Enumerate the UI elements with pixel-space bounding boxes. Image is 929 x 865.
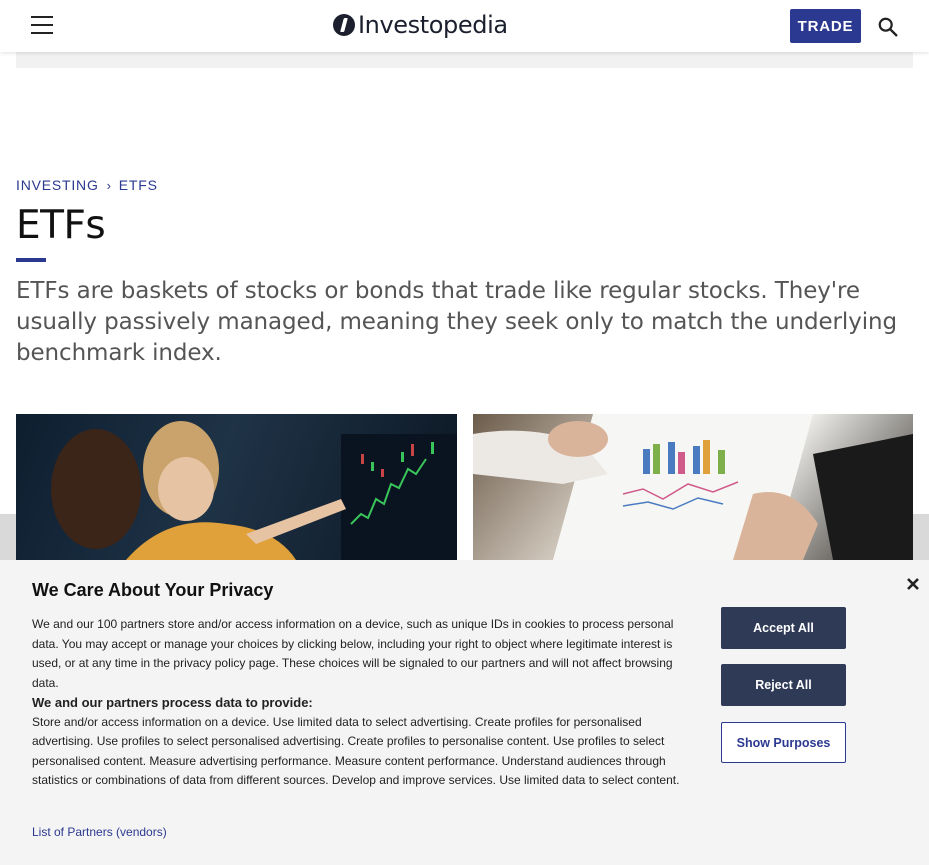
consent-description: We and our 100 partners store and/or acc… [32,617,674,690]
consent-body: We and our 100 partners store and/or acc… [32,615,692,791]
financial-report-image [473,414,913,560]
title-underline [16,258,46,262]
privacy-consent-banner: We Care About Your Privacy We and our 10… [0,560,929,865]
site-header: Investopedia TRADE [0,0,929,52]
trade-button[interactable]: TRADE [790,9,861,43]
article-thumbnail-financial-report[interactable] [473,414,913,560]
show-purposes-button[interactable]: Show Purposes [721,722,846,763]
menu-icon[interactable] [31,16,53,34]
close-icon[interactable] [905,576,921,592]
side-gutter-right [913,514,929,560]
consent-title: We Care About Your Privacy [32,580,274,600]
consent-purposes: Store and/or access information on a dev… [32,714,680,788]
article-thumbnail-trading-screen[interactable] [16,414,457,560]
ad-placeholder [16,52,913,68]
page-intro: ETFs are baskets of stocks or bonds that… [16,278,897,366]
search-icon[interactable] [877,16,899,38]
page-title: ETFs [16,203,106,248]
accept-all-button[interactable]: Accept All [721,607,846,649]
breadcrumb: INVESTING › ETFS [16,177,158,193]
breadcrumb-item-etfs[interactable]: ETFS [119,177,158,193]
logo-mark-icon [333,14,355,36]
partners-link[interactable]: List of Partners (vendors) [32,825,167,839]
breadcrumb-separator: › [106,177,112,193]
logo-text: Investopedia [358,11,508,39]
side-gutter-left [0,514,16,560]
reject-all-button[interactable]: Reject All [721,664,846,706]
trading-screen-image [51,421,457,560]
site-logo[interactable]: Investopedia [333,11,508,39]
consent-subhead: We and our partners process data to prov… [32,695,313,710]
breadcrumb-item-investing[interactable]: INVESTING [16,177,99,193]
